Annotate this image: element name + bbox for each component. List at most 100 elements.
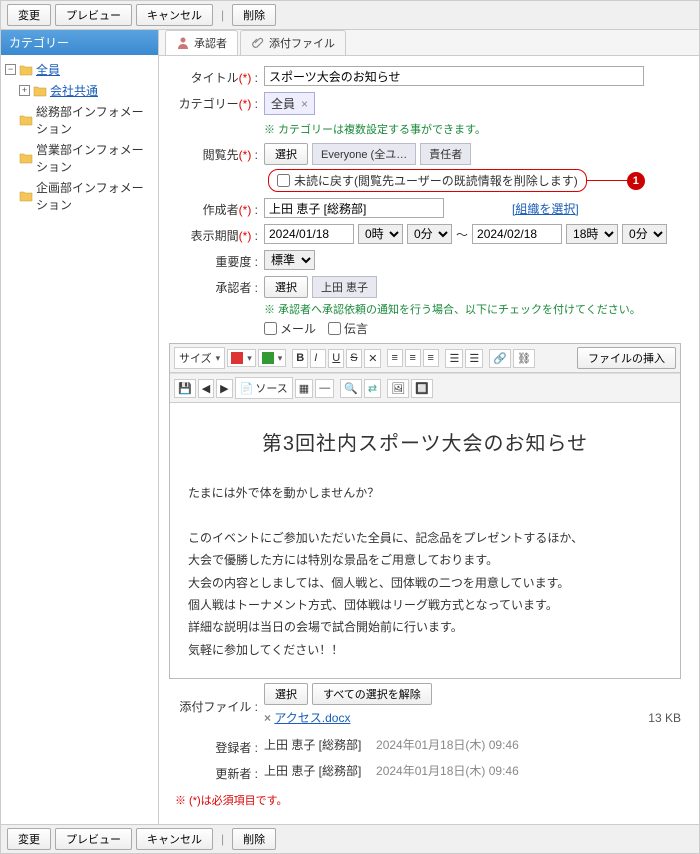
unlink-button[interactable]: ⛓ [513,349,535,368]
insert-file-button[interactable]: ファイルの挿入 [577,347,676,369]
preview-button[interactable]: プレビュー [55,828,132,850]
tree-item-eigyou[interactable]: 営業部インフォメーション [5,139,154,177]
image-button[interactable]: 🖼 [387,379,409,398]
separator: | [221,8,224,22]
bg-color-button[interactable] [258,349,287,367]
tree-item-common[interactable]: + 会社共通 [5,80,154,101]
file-link[interactable]: アクセス.docx [274,709,350,726]
left-button[interactable]: ◀ [198,379,214,398]
msg-check[interactable]: 伝言 [328,320,368,337]
folder-icon [19,152,33,164]
label-category: カテゴリー(*) : [169,92,264,112]
label-attach: 添付ファイル : [169,695,264,715]
table-button[interactable]: ▦ [295,379,313,398]
select-viewer-button[interactable]: 選択 [264,143,308,165]
link-button[interactable]: 🔗 [489,349,511,368]
source-button[interactable]: 📄 ソース [235,377,293,399]
editor-toolbar-2: 💾 ◀ ▶ 📄 ソース ▦ — 🔍 ⇄ 🖼 [170,373,680,403]
bold-button[interactable]: B [292,349,308,368]
tree-label[interactable]: 全員 [36,61,60,78]
approver-pill[interactable]: 上田 恵子 [312,276,377,298]
align-right-button[interactable]: ≡ [423,349,439,367]
ul-button[interactable]: ☰ [465,349,483,368]
delete-button[interactable]: 削除 [232,828,276,850]
sidebar: カテゴリー − 全員 + 会社共通 総務部インフォメーション [1,30,159,824]
viewer-pill[interactable]: 責任者 [420,143,471,165]
clear-files-button[interactable]: すべての選択を解除 [312,683,432,705]
date-to-input[interactable] [472,224,562,244]
label-creator: 作成者(*) : [169,198,264,218]
tree-label: 営業部インフォメーション [36,141,154,175]
italic-button[interactable]: I [310,349,326,368]
align-left-button[interactable]: ≡ [387,349,403,367]
save-icon-button[interactable]: 💾 [174,379,196,398]
label-title: タイトル(*) : [169,66,264,86]
align-center-button[interactable]: ≡ [405,349,421,367]
title-input[interactable] [264,66,644,86]
required-note: ※ (*)は必須項目です。 [175,792,681,808]
label-registrant: 登録者 : [169,736,264,756]
hour-to-select[interactable]: 18時 [566,224,618,244]
folder-icon [19,64,33,76]
tree-label: 企画部インフォメーション [36,179,154,213]
min-from-select[interactable]: 0分 [407,224,452,244]
editor-content[interactable]: 第3回社内スポーツ大会のお知らせ たまには外で体を動かしませんか？ このイベント… [170,403,680,678]
date-from-input[interactable] [264,224,354,244]
preview-button[interactable]: プレビュー [55,4,132,26]
font-color-button[interactable] [227,349,256,367]
expand-icon[interactable]: + [19,85,30,96]
tab-label: 添付ファイル [269,35,335,51]
change-button[interactable]: 変更 [7,828,51,850]
importance-select[interactable]: 標準 [264,250,315,270]
tree-item-kikaku[interactable]: 企画部インフォメーション [5,177,154,215]
callout-badge: 1 [627,172,645,190]
tree-item-soumu[interactable]: 総務部インフォメーション [5,101,154,139]
cancel-button[interactable]: キャンセル [136,828,213,850]
sidebar-header: カテゴリー [1,30,158,55]
min-to-select[interactable]: 0分 [622,224,667,244]
remove-file-icon[interactable]: × [264,711,271,725]
viewer-pill[interactable]: Everyone (全ユ… [312,143,416,165]
underline-button[interactable]: U [328,349,344,368]
tab-approver[interactable]: 承認者 [165,30,238,55]
change-button[interactable]: 変更 [7,4,51,26]
tab-label: 承認者 [194,35,227,51]
right-button[interactable]: ▶ [216,379,232,398]
bottom-toolbar: 変更 プレビュー キャンセル | 削除 [1,824,699,853]
strike-button[interactable]: S [346,349,362,368]
clear-format-button[interactable]: ✕ [364,349,381,368]
form: タイトル(*) : カテゴリー(*) : 全員 × ※ カテゴリーは複数設定する… [159,56,699,824]
select-approver-button[interactable]: 選択 [264,276,308,298]
person-icon [176,36,190,50]
tab-bar: 承認者 添付ファイル [159,30,699,56]
preview-button[interactable]: 🔲 [411,379,433,398]
org-select-link[interactable]: [組織を選択] [512,200,579,217]
updater-date: 2024年01月18日(木) 09:46 [376,762,519,779]
tree-label[interactable]: 会社共通 [50,82,98,99]
hr-button[interactable]: — [315,379,334,398]
separator: | [221,832,224,846]
replace-button[interactable]: ⇄ [364,379,381,398]
unread-checkbox[interactable] [277,174,290,187]
unread-callout: 未読に戻す(閲覧先ユーザーの既読情報を削除します) [268,169,587,192]
ol-button[interactable]: ☰ [445,349,463,368]
updater-name: 上田 恵子 [総務部] [264,762,361,779]
cancel-button[interactable]: キャンセル [136,4,213,26]
label-viewers: 閲覧先(*) : [169,143,264,163]
mail-check[interactable]: メール [264,320,316,337]
tilde: ～ [456,226,468,243]
find-button[interactable]: 🔍 [340,379,362,398]
category-chip[interactable]: 全員 × [264,92,315,115]
select-file-button[interactable]: 選択 [264,683,308,705]
tree-item-all[interactable]: − 全員 [5,59,154,80]
editor-toolbar-1: サイズ B I U S ✕ ≡ [170,344,680,373]
delete-button[interactable]: 削除 [232,4,276,26]
close-icon[interactable]: × [301,97,308,111]
hour-from-select[interactable]: 0時 [358,224,403,244]
expand-icon[interactable]: − [5,64,16,75]
content-body: たまには外で体を動かしませんか？ このイベントにご参加いただいた全員に、記念品を… [188,483,662,660]
tab-attachment[interactable]: 添付ファイル [240,30,346,55]
file-size: 13 KB [648,711,681,725]
size-dropdown[interactable]: サイズ [174,347,225,369]
creator-input[interactable] [264,198,444,218]
